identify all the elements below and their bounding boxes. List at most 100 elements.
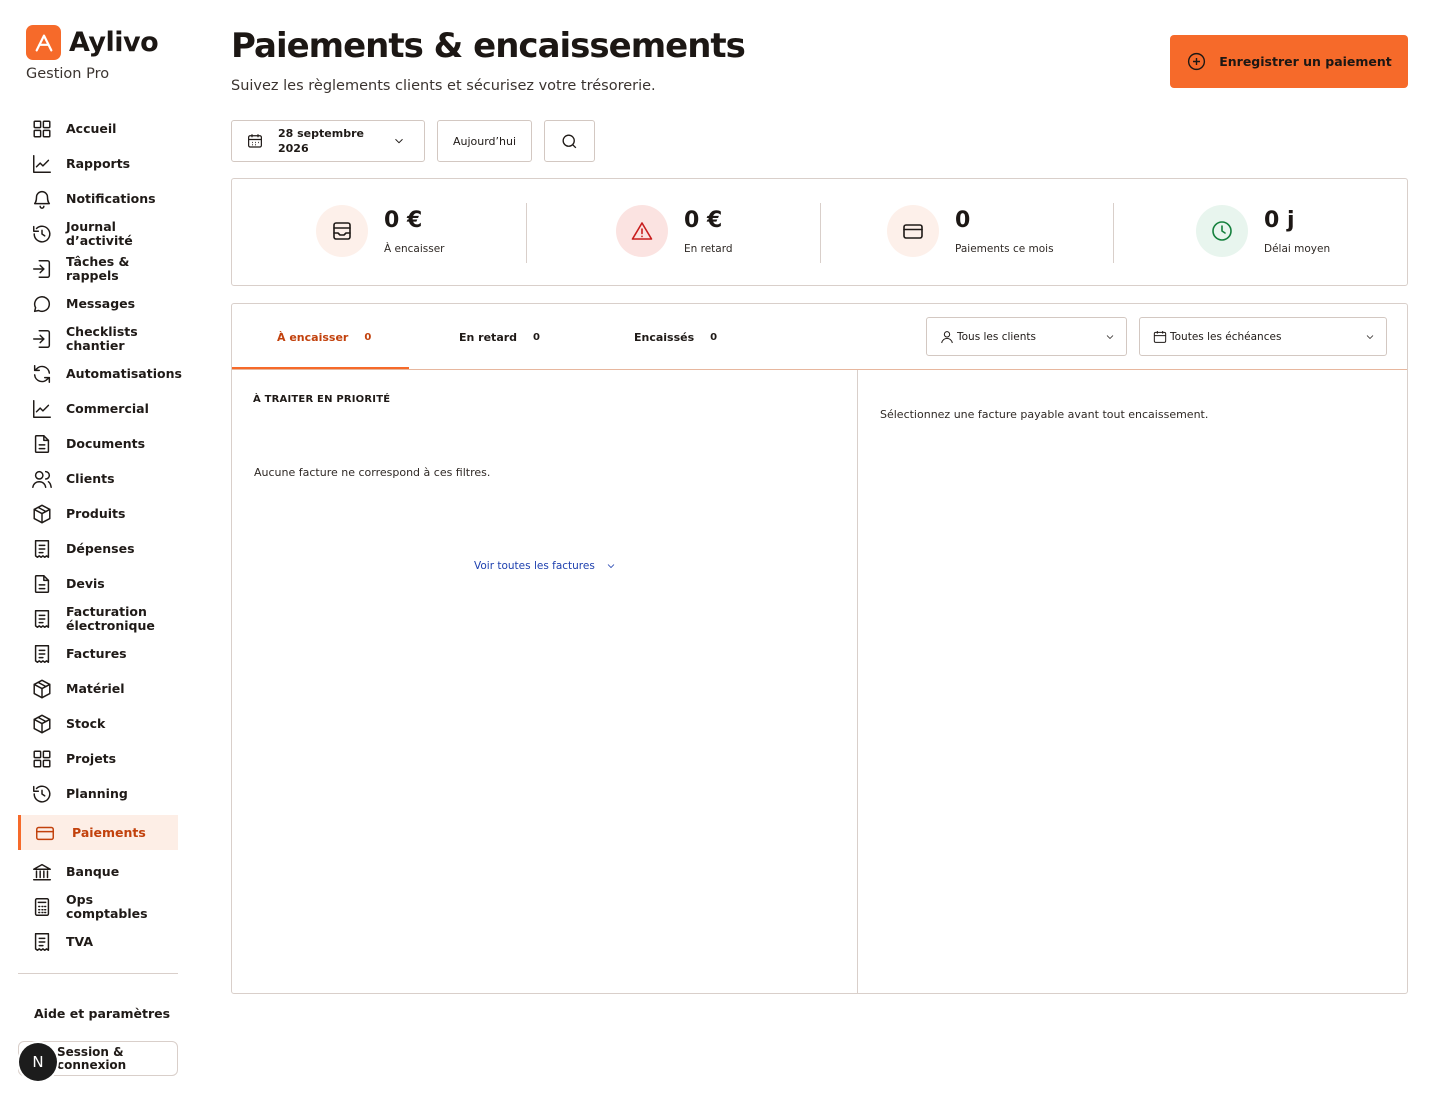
- receipt-icon: [30, 930, 54, 954]
- sidebar-item-taches-rappels[interactable]: Tâches & rappels: [18, 251, 178, 286]
- chevron-down-icon: [1366, 335, 1374, 340]
- sidebar-item-produits[interactable]: Produits: [18, 496, 178, 531]
- sidebar-item-label: Commercial: [66, 400, 149, 416]
- page-title: Paiements & encaissements: [231, 26, 746, 66]
- sidebar-item-accueil[interactable]: Accueil: [18, 111, 178, 146]
- page-subtitle: Suivez les règlements clients et sécuris…: [231, 78, 656, 94]
- sidebar-item-rapports[interactable]: Rapports: [18, 146, 178, 181]
- sidebar-item-checklists-chantier[interactable]: Checklists chantier: [18, 321, 178, 356]
- receipt-icon: [30, 607, 54, 631]
- sidebar-item-clients[interactable]: Clients: [18, 461, 178, 496]
- sidebar-item-planning[interactable]: Planning: [18, 776, 178, 811]
- sidebar-item-depenses[interactable]: Dépenses: [18, 531, 178, 566]
- kpi-value: 0: [955, 207, 971, 233]
- sidebar-item-tva[interactable]: TVA: [18, 924, 178, 959]
- kpi-average-delay: 0 j Délai moyen: [1196, 205, 1330, 257]
- bell-icon: [30, 187, 54, 211]
- date-picker[interactable]: 28 septembre 2026: [231, 120, 425, 162]
- sidebar-item-messages[interactable]: Messages: [18, 286, 178, 321]
- sidebar-item-label: Matériel: [66, 680, 125, 696]
- client-filter-select[interactable]: Tous les clients: [926, 317, 1127, 356]
- sidebar-item-facturation-electronique[interactable]: Facturation électronique: [18, 601, 178, 636]
- kpi-divider: [1113, 203, 1114, 263]
- help-settings-link[interactable]: Aide et paramètres: [34, 1006, 170, 1021]
- sidebar-item-label: Journal d’activité: [66, 218, 133, 248]
- box-icon: [30, 712, 54, 736]
- login-arrow-icon: [30, 327, 54, 351]
- sidebar-item-automatisations[interactable]: Automatisations: [18, 356, 182, 391]
- sidebar-item-factures[interactable]: Factures: [18, 636, 178, 671]
- sidebar-item-notifications[interactable]: Notifications: [18, 181, 178, 216]
- session-button-label: Session & connexion: [57, 1044, 127, 1072]
- kpi-icon-bg: [1196, 205, 1248, 257]
- see-all-invoices-link[interactable]: Voir toutes les factures: [474, 560, 617, 572]
- brand-name: Aylivo: [69, 27, 159, 58]
- sidebar-item-projets[interactable]: Projets: [18, 741, 178, 776]
- tab-label: Encaissés: [634, 330, 695, 344]
- sidebar-item-label: Clients: [66, 470, 115, 486]
- kpi-to-collect: 0 € À encaisser: [316, 205, 444, 257]
- sidebar-item-documents[interactable]: Documents: [18, 426, 178, 461]
- sidebar-item-commercial[interactable]: Commercial: [18, 391, 178, 426]
- section-title: À TRAITER EN PRIORITÉ: [253, 394, 391, 405]
- sidebar-item-ops-comptables[interactable]: Ops comptables: [18, 889, 178, 924]
- sidebar-item-materiel[interactable]: Matériel: [18, 671, 178, 706]
- kpi-summary: 0 € À encaisser 0 € En retard 0 Paiement…: [231, 178, 1408, 286]
- grid-icon: [30, 117, 54, 141]
- tab-count: 0: [364, 331, 372, 343]
- bank-icon: [30, 860, 54, 884]
- active-tab-indicator: [232, 367, 409, 369]
- kpi-value: 0 j: [1264, 207, 1295, 233]
- avatar[interactable]: N: [19, 1043, 57, 1081]
- sidebar-item-label: Factures: [66, 645, 127, 661]
- credit-card-icon: [33, 821, 57, 845]
- tab-collected[interactable]: Encaissés 0: [634, 304, 717, 370]
- kpi-payments-month: 0 Paiements ce mois: [887, 205, 1054, 257]
- empty-state-message: Aucune facture ne correspond à ces filtr…: [254, 466, 491, 479]
- sidebar-item-stock[interactable]: Stock: [18, 706, 178, 741]
- credit-card-icon: [903, 224, 923, 239]
- due-filter-value: Toutes les échéances: [1170, 330, 1282, 343]
- record-payment-button[interactable]: Enregistrer un paiement: [1170, 35, 1408, 88]
- priority-list: À TRAITER EN PRIORITÉ Aucune facture ne …: [232, 370, 858, 993]
- tab-to-collect[interactable]: À encaisser 0: [277, 304, 371, 370]
- kpi-icon-bg: [616, 205, 668, 257]
- sidebar-item-label: Produits: [66, 505, 126, 521]
- chart-line-icon: [30, 152, 54, 176]
- tabs-bar: À encaisser 0 En retard 0 Encaissés 0 To…: [232, 304, 1407, 370]
- date-picker-label: 28 septembre 2026: [278, 127, 364, 155]
- kpi-label: À encaisser: [384, 242, 445, 255]
- refresh-icon: [30, 362, 54, 386]
- chevron-down-icon: [1106, 335, 1114, 340]
- sidebar-item-label: Rapports: [66, 155, 131, 171]
- sidebar-item-label: Projets: [66, 750, 117, 766]
- sidebar-item-label: Messages: [66, 295, 136, 311]
- tab-count: 0: [533, 331, 541, 343]
- clock-icon: [1212, 221, 1232, 241]
- tab-overdue[interactable]: En retard 0: [459, 304, 540, 370]
- brand[interactable]: Aylivo: [26, 25, 159, 60]
- sidebar-item-label: Planning: [66, 785, 128, 801]
- chevron-down-icon: [395, 138, 403, 144]
- search-button[interactable]: [544, 120, 595, 162]
- sidebar-item-devis[interactable]: Devis: [18, 566, 178, 601]
- sidebar-item-label: TVA: [66, 933, 94, 949]
- due-filter-select[interactable]: Toutes les échéances: [1139, 317, 1387, 356]
- document-icon: [30, 432, 54, 456]
- kpi-label: Paiements ce mois: [955, 242, 1054, 255]
- sidebar-item-label: Ops comptables: [66, 891, 148, 921]
- chat-bubble-icon: [30, 292, 54, 316]
- sidebar-item-journal-d-activite[interactable]: Journal d’activité: [18, 216, 178, 251]
- sidebar-item-banque[interactable]: Banque: [18, 854, 178, 889]
- sidebar-item-label: Stock: [66, 715, 106, 731]
- box-icon: [30, 502, 54, 526]
- inbox-icon: [333, 222, 351, 240]
- tab-label: En retard: [459, 330, 518, 344]
- history-icon: [30, 782, 54, 806]
- sidebar-nav: Accueil Rapports Notifications Journal d’ac…: [18, 111, 182, 959]
- sidebar-item-label: Dépenses: [66, 540, 135, 556]
- tab-label: À encaisser: [277, 330, 349, 344]
- sidebar-item-label: Accueil: [66, 120, 117, 136]
- today-button[interactable]: Aujourd’hui: [437, 120, 532, 162]
- sidebar-item-paiements[interactable]: Paiements: [18, 815, 178, 850]
